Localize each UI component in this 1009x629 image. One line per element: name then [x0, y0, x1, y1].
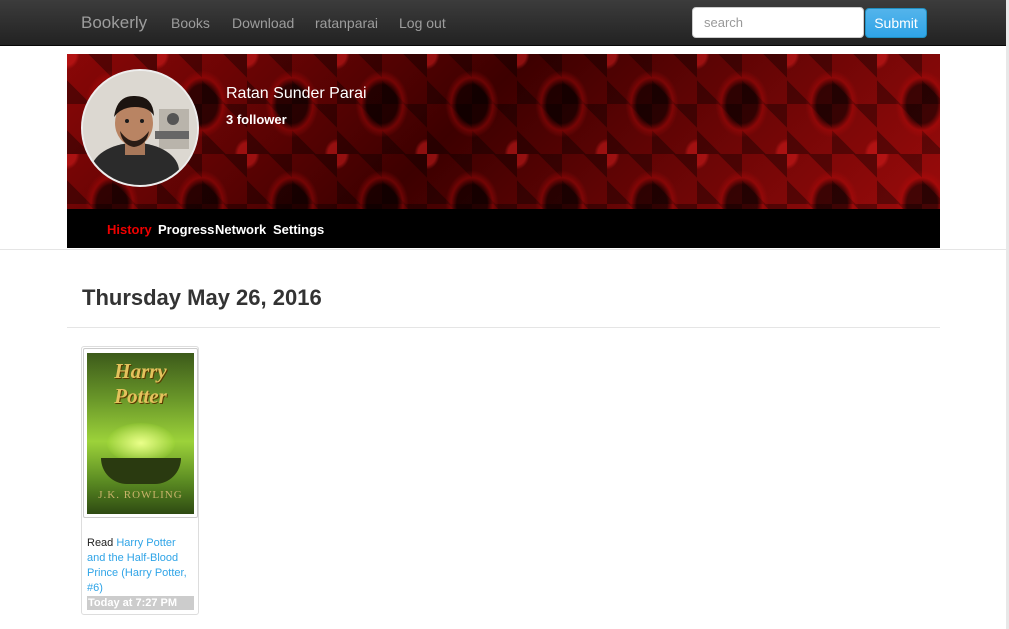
tab-history[interactable]: History — [107, 222, 152, 237]
nav-books-link[interactable]: Books — [171, 15, 210, 31]
avatar — [81, 69, 199, 187]
nav-download-link[interactable]: Download — [232, 15, 294, 31]
history-entry-card: Harry Potter J.K. ROWLING Read Harry Pot… — [81, 346, 199, 615]
cover-glow — [107, 423, 175, 463]
cover-author: J.K. ROWLING — [98, 489, 183, 501]
avatar-photo — [83, 71, 197, 185]
divider — [0, 249, 1006, 250]
cover-cauldron — [101, 458, 181, 484]
brand-link[interactable]: Bookerly — [81, 13, 147, 33]
follower-count[interactable]: 3 follower — [226, 112, 287, 127]
tab-settings[interactable]: Settings — [273, 222, 324, 237]
tab-network[interactable]: Network — [215, 222, 266, 237]
nav-profile-link[interactable]: ratanparai — [315, 15, 378, 31]
cover-title: Harry Potter — [114, 359, 167, 408]
profile-tabbar: History Progress Network Settings — [67, 209, 940, 248]
top-navbar: Bookerly Books Download ratanparai Log o… — [0, 0, 1006, 46]
profile-name: Ratan Sunder Parai — [226, 85, 367, 102]
entry-action: Read — [87, 537, 114, 549]
search-input[interactable] — [692, 7, 864, 38]
book-cover[interactable]: Harry Potter J.K. ROWLING — [87, 353, 194, 514]
search-submit-button[interactable]: Submit — [865, 8, 927, 38]
history-entry-text: Read Harry Potter and the Half-Blood Pri… — [87, 536, 195, 596]
tab-progress[interactable]: Progress — [158, 222, 214, 237]
history-date-heading: Thursday May 26, 2016 — [82, 285, 322, 310]
nav-logout-link[interactable]: Log out — [399, 15, 446, 31]
entry-timestamp: Today at 7:27 PM — [87, 596, 194, 610]
book-cover-frame[interactable]: Harry Potter J.K. ROWLING — [83, 348, 198, 518]
divider — [67, 327, 940, 328]
